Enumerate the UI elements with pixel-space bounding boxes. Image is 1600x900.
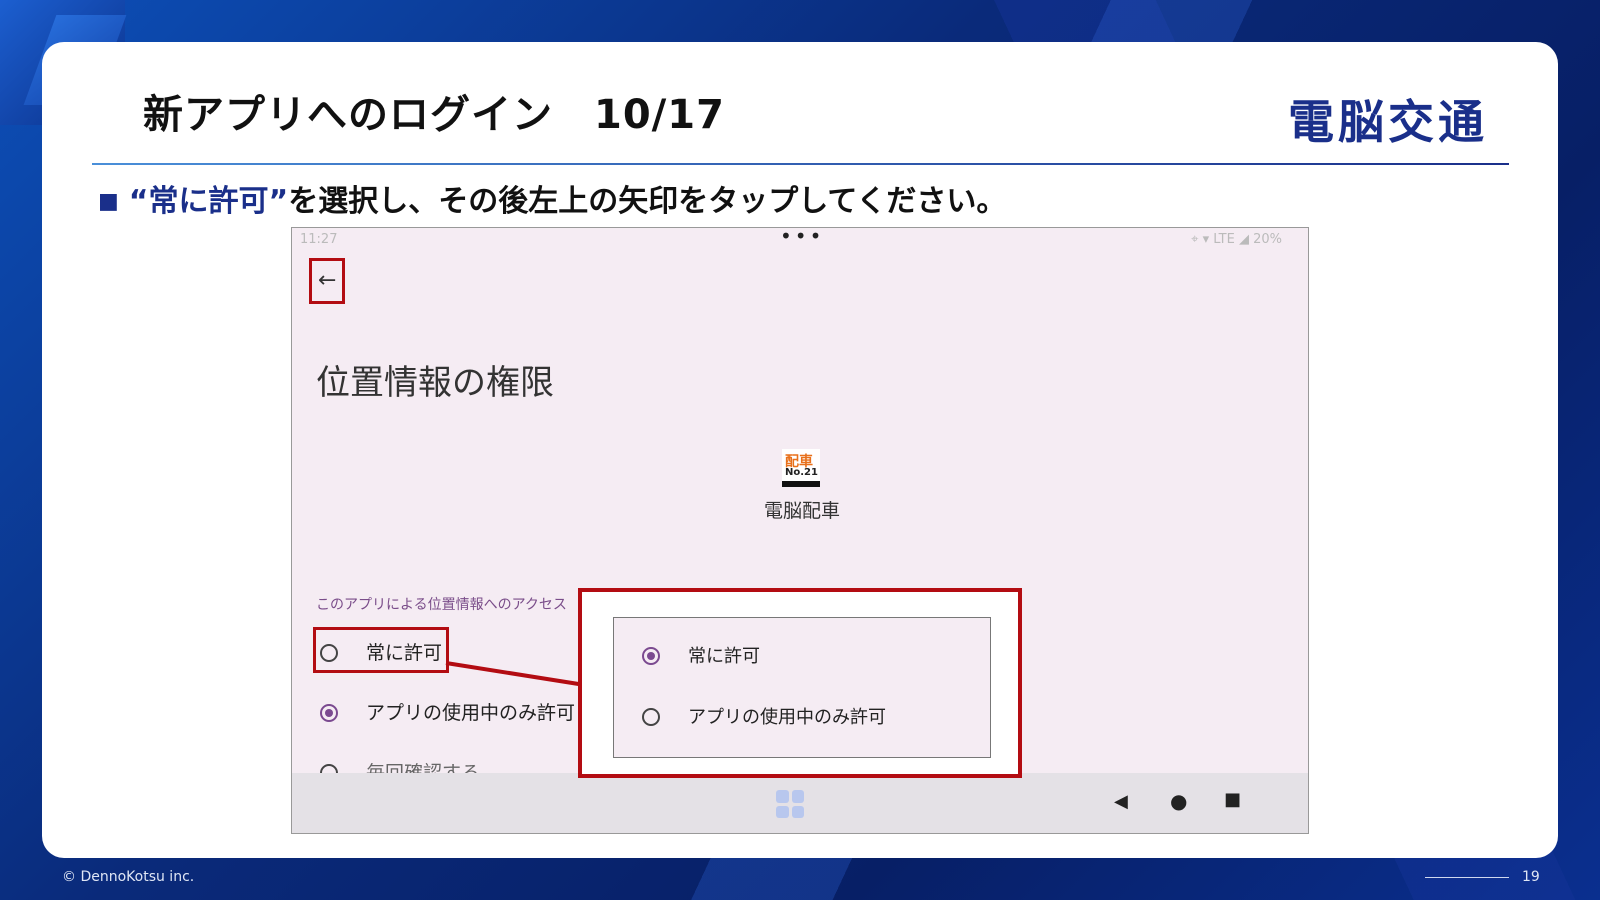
zoom-callout: 常に許可 アプリの使用中のみ許可 — [578, 588, 1022, 778]
bullet-square-icon: ■ — [98, 189, 119, 214]
footer-divider — [1425, 877, 1509, 878]
title-divider — [92, 163, 1509, 165]
app-name: 電脳配車 — [763, 500, 840, 522]
status-indicators: ⌖ ▾ LTE ◢ 20% — [1191, 232, 1282, 247]
radio-unselected-icon — [642, 708, 660, 726]
zoom-callout-inner: 常に許可 アプリの使用中のみ許可 — [613, 617, 991, 758]
permission-page-title: 位置情報の権限 — [316, 363, 554, 403]
radio-selected-icon — [642, 647, 660, 665]
instruction-highlight: “常に許可” — [128, 184, 289, 219]
instruction-rest: を選択し、その後左上の矢印をタップしてください。 — [288, 184, 1007, 219]
nav-recent-icon[interactable]: ■ — [1224, 789, 1241, 810]
app-icon-text-bottom: No.21 — [785, 467, 818, 478]
instruction-text: ■ “常に許可”を選択し、その後左上の矢印をタップしてください。 — [98, 176, 1006, 220]
brand-logo: 電脳交通 — [1288, 95, 1488, 149]
nav-home-icon[interactable]: ● — [1170, 789, 1187, 813]
zoom-option-while-using: アプリの使用中のみ許可 — [642, 703, 886, 729]
footer-copyright: © DennoKotsu inc. — [62, 869, 195, 885]
app-icon: 配車 No.21 — [782, 449, 820, 487]
more-dots-icon: ••• — [780, 227, 825, 248]
status-time: 11:27 — [300, 232, 338, 247]
back-button-highlight[interactable]: ← — [309, 258, 345, 304]
slide-title: 新アプリへのログイン 10/17 — [143, 92, 725, 138]
nav-back-icon[interactable]: ◀ — [1114, 791, 1128, 812]
zoom-option-label: アプリの使用中のみ許可 — [688, 707, 886, 728]
app-drawer-icon[interactable] — [776, 790, 804, 818]
android-nav-bar: ◀ ● ■ — [292, 773, 1308, 833]
status-bar: 11:27 ••• ⌖ ▾ LTE ◢ 20% — [292, 228, 1308, 252]
page-number: 19 — [1522, 869, 1540, 885]
access-label: このアプリによる位置情報へのアクセス — [316, 597, 567, 613]
back-arrow-icon[interactable]: ← — [318, 268, 336, 293]
radio-selected-icon[interactable] — [320, 704, 338, 722]
option-while-using[interactable]: アプリの使用中のみ許可 — [320, 698, 575, 725]
option-label: アプリの使用中のみ許可 — [366, 702, 576, 724]
always-allow-highlight — [313, 627, 449, 673]
zoom-option-always-allow: 常に許可 — [642, 642, 760, 668]
zoom-option-label: 常に許可 — [688, 646, 760, 667]
